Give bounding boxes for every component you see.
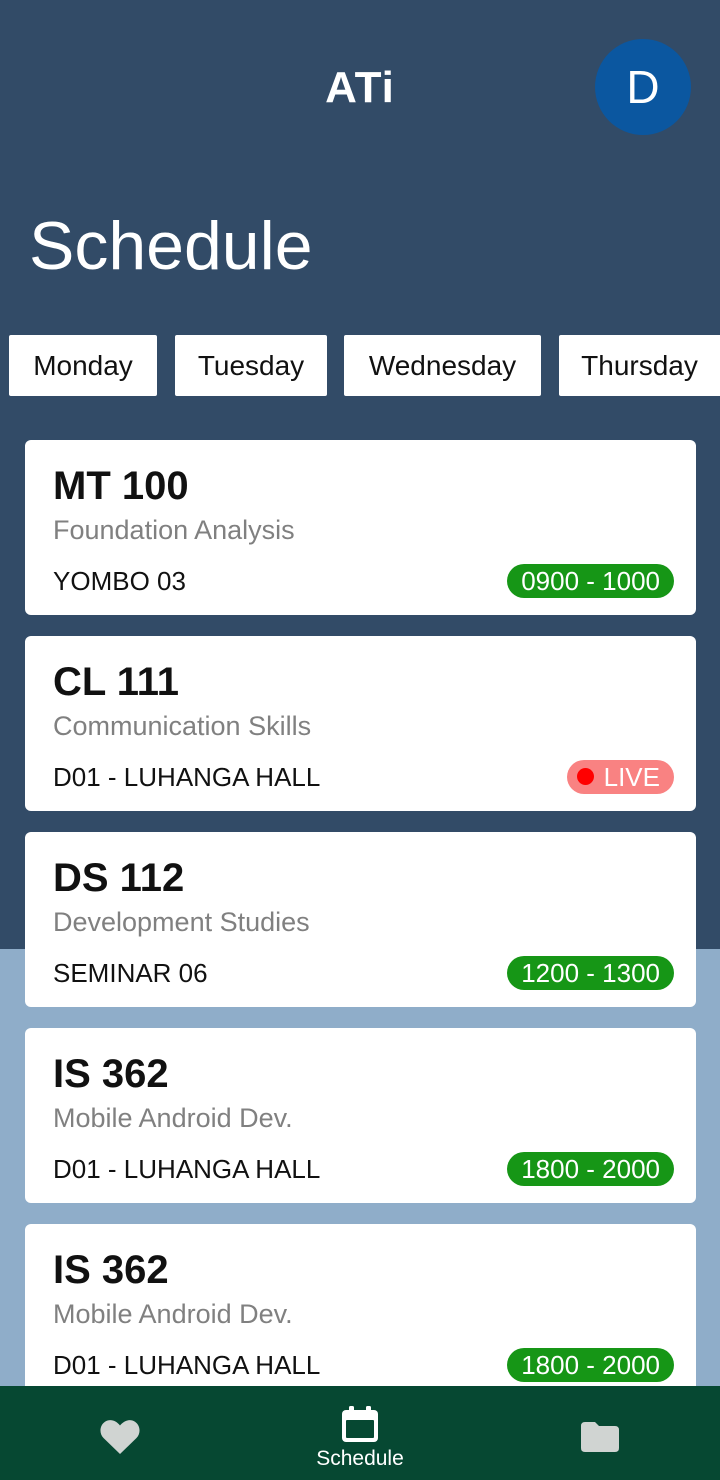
live-label: LIVE	[603, 762, 660, 792]
course-venue: YOMBO 03	[53, 566, 186, 596]
course-code: MT 100	[53, 464, 189, 508]
course-code: IS 362	[53, 1052, 169, 1096]
tab-tuesday[interactable]: Tuesday	[175, 335, 327, 396]
tab-thursday[interactable]: Thursday	[559, 335, 720, 396]
live-badge: LIVE	[566, 760, 674, 794]
course-card[interactable]: DS 112 Development Studies SEMINAR 06 12…	[25, 832, 696, 1007]
course-card[interactable]: IS 362 Mobile Android Dev. D01 - LUHANGA…	[25, 1028, 696, 1203]
tab-monday[interactable]: Monday	[9, 335, 157, 396]
course-card[interactable]: IS 362 Mobile Android Dev. D01 - LUHANGA…	[25, 1224, 696, 1399]
folder-icon	[581, 1422, 619, 1452]
course-venue: D01 - LUHANGA HALL	[53, 762, 321, 792]
course-code: DS 112	[53, 856, 185, 900]
heart-icon	[100, 1420, 140, 1454]
course-venue: D01 - LUHANGA HALL	[53, 1154, 321, 1184]
course-card[interactable]: CL 111 Communication Skills D01 - LUHANG…	[25, 636, 696, 811]
nav-files[interactable]	[540, 1386, 660, 1480]
course-card[interactable]: MT 100 Foundation Analysis YOMBO 03 0900…	[25, 440, 696, 615]
course-code: IS 362	[53, 1248, 169, 1292]
nav-schedule-label: Schedule	[316, 1447, 404, 1470]
bottom-navigation: Schedule	[0, 1386, 720, 1480]
course-name: Mobile Android Dev.	[53, 1103, 293, 1133]
course-venue: SEMINAR 06	[53, 958, 208, 988]
tab-wednesday[interactable]: Wednesday	[344, 335, 541, 396]
nav-favorites[interactable]	[60, 1386, 180, 1480]
day-tabs: Monday Tuesday Wednesday Thursday	[0, 335, 720, 396]
course-name: Communication Skills	[53, 711, 312, 741]
calendar-icon	[342, 1406, 378, 1442]
course-name: Mobile Android Dev.	[53, 1299, 293, 1329]
time-badge: 1800 - 2000	[507, 1348, 674, 1382]
time-badge: 1800 - 2000	[507, 1152, 674, 1186]
time-badge: 1200 - 1300	[507, 956, 674, 990]
course-venue: D01 - LUHANGA HALL	[53, 1350, 321, 1380]
user-avatar[interactable]: D	[595, 39, 691, 135]
nav-schedule[interactable]: Schedule	[290, 1386, 430, 1480]
course-name: Development Studies	[53, 907, 310, 937]
page-title: Schedule	[29, 208, 313, 284]
course-name: Foundation Analysis	[53, 515, 295, 545]
course-code: CL 111	[53, 660, 180, 704]
live-dot-icon	[576, 768, 594, 785]
time-badge: 0900 - 1000	[507, 564, 674, 598]
